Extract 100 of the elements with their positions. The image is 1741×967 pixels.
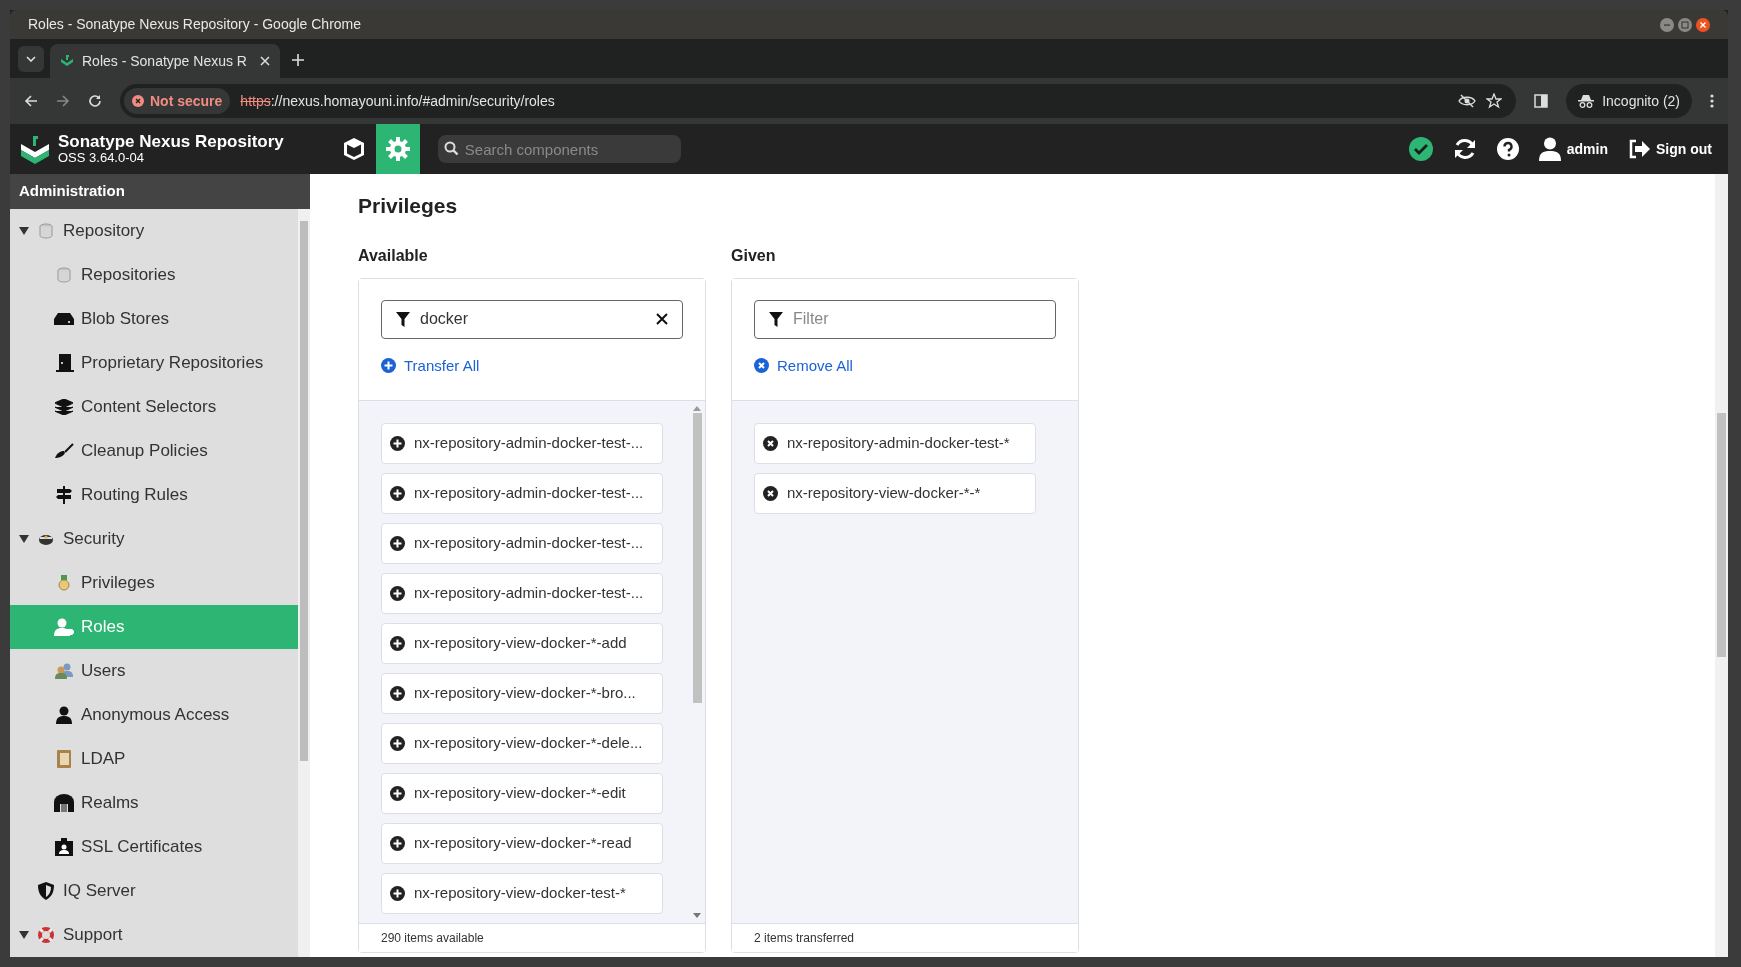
plus-circle-icon[interactable] xyxy=(390,785,405,801)
sidebar-label: Users xyxy=(81,660,126,683)
sidebar-label: IQ Server xyxy=(63,880,136,903)
transfer-all-link[interactable]: Transfer All xyxy=(381,354,480,377)
incognito-icon xyxy=(1578,94,1595,108)
new-tab-icon[interactable] xyxy=(292,54,304,66)
sidebar-label: Cleanup Policies xyxy=(81,440,208,463)
plus-circle-icon[interactable] xyxy=(390,735,405,751)
privilege-item[interactable]: nx-repository-admin-docker-test-* xyxy=(754,422,1036,464)
cube-icon xyxy=(341,137,366,161)
sidebar-item[interactable]: Cleanup Policies xyxy=(10,429,298,473)
privilege-item[interactable]: nx-repository-admin-docker-test-... xyxy=(381,522,663,564)
browser-tab[interactable]: Roles - Sonatype Nexus R xyxy=(50,44,280,78)
privilege-item[interactable]: nx-repository-view-docker-*-* xyxy=(754,472,1036,514)
scroll-down-icon[interactable] xyxy=(693,912,701,919)
scrollbar[interactable] xyxy=(1715,174,1728,957)
sidebar-label: Support xyxy=(63,924,123,947)
sidebar-item[interactable]: Blob Stores xyxy=(10,297,298,341)
version-label: OSS 3.64.0-04 xyxy=(58,151,145,166)
sign-out-button[interactable]: Sign out xyxy=(1628,138,1712,160)
plus-circle-icon[interactable] xyxy=(390,485,405,501)
privilege-item[interactable]: nx-repository-view-docker-*-edit xyxy=(381,772,663,814)
sidebar-item[interactable]: Privileges xyxy=(10,561,298,605)
scrollbar[interactable] xyxy=(298,209,310,957)
privilege-item[interactable]: nx-repository-view-docker-*-bro... xyxy=(381,672,663,714)
panel-footer: 2 items transferred xyxy=(732,922,1078,952)
hard-drive-icon xyxy=(54,313,74,325)
close-icon[interactable] xyxy=(260,56,270,66)
expanded-icon[interactable] xyxy=(19,227,29,235)
side-panel-icon[interactable] xyxy=(1534,94,1549,108)
plus-circle-icon[interactable] xyxy=(390,535,405,551)
plus-circle-icon[interactable] xyxy=(390,435,405,451)
sidebar-item[interactable]: Proprietary Repositories xyxy=(10,341,298,385)
shield-icon xyxy=(38,882,54,900)
panel-footer: 290 items available xyxy=(359,922,705,952)
privilege-item[interactable]: nx-repository-admin-docker-test-... xyxy=(381,572,663,614)
plus-circle-icon[interactable] xyxy=(390,685,405,701)
medal-icon xyxy=(58,575,70,591)
plus-circle-icon[interactable] xyxy=(390,835,405,851)
x-circle-icon[interactable] xyxy=(763,485,778,501)
sidebar-item[interactable]: LDAP xyxy=(10,737,298,781)
sidebar-item[interactable]: Support xyxy=(10,913,298,957)
privilege-item[interactable]: nx-repository-view-docker-test-* xyxy=(381,872,663,914)
x-circle-icon[interactable] xyxy=(763,435,778,451)
privilege-item[interactable]: nx-repository-view-docker-*-read xyxy=(381,822,663,864)
privilege-item[interactable]: nx-repository-admin-docker-test-... xyxy=(381,422,663,464)
privilege-item[interactable]: nx-repository-view-docker-*-add xyxy=(381,622,663,664)
reload-icon[interactable] xyxy=(88,94,102,108)
plus-circle-icon[interactable] xyxy=(390,885,405,901)
expanded-icon[interactable] xyxy=(19,931,29,939)
tab-list-button[interactable] xyxy=(18,46,44,72)
filter-field[interactable]: docker xyxy=(381,299,683,339)
address-book-icon xyxy=(56,750,72,768)
id-badge-icon xyxy=(55,838,73,856)
x-circle-icon xyxy=(754,358,769,374)
sidebar-item[interactable]: SSL Certificates xyxy=(10,825,298,869)
refresh-icon[interactable] xyxy=(1452,138,1477,160)
maximize-icon[interactable] xyxy=(1678,17,1692,32)
security-chip[interactable]: Not secure xyxy=(124,88,231,114)
minimize-icon[interactable] xyxy=(1660,17,1674,32)
sidebar-item[interactable]: Security xyxy=(10,517,298,561)
plus-circle-icon[interactable] xyxy=(390,635,405,651)
database-icon xyxy=(56,267,72,283)
eye-slash-icon[interactable] xyxy=(1458,94,1477,108)
star-icon[interactable] xyxy=(1486,93,1503,109)
sidebar-item[interactable]: Routing Rules xyxy=(10,473,298,517)
forward-icon[interactable] xyxy=(56,94,70,108)
sidebar-item[interactable]: Anonymous Access xyxy=(10,693,298,737)
menu-icon[interactable] xyxy=(1710,94,1714,108)
sidebar-label: Routing Rules xyxy=(81,484,188,507)
sidebar-item[interactable]: Realms xyxy=(10,781,298,825)
administration-button[interactable] xyxy=(375,124,420,174)
address-bar[interactable]: Not secure https://nexus.homayouni.info/#admin/security/roles xyxy=(120,84,1517,118)
sidebar-label: Roles xyxy=(81,616,125,639)
nexus-logo-icon xyxy=(20,134,50,164)
sidebar-label: Realms xyxy=(81,792,139,815)
expanded-icon[interactable] xyxy=(19,535,29,543)
close-icon[interactable] xyxy=(1696,17,1710,32)
remove-all-link[interactable]: Remove All xyxy=(754,354,853,377)
sidebar-label: Repository xyxy=(63,220,145,243)
layers-icon xyxy=(55,399,73,415)
sidebar-item[interactable]: Repositories xyxy=(10,253,298,297)
sidebar-item[interactable]: Users xyxy=(10,649,298,693)
sidebar-item[interactable]: Repository xyxy=(10,209,298,253)
security-label: Not secure xyxy=(150,91,223,111)
help-icon[interactable] xyxy=(1496,138,1519,160)
user-name[interactable]: admin xyxy=(1566,138,1608,160)
privilege-item[interactable]: nx-repository-admin-docker-test-... xyxy=(381,472,663,514)
user-icon[interactable] xyxy=(1538,137,1561,161)
plus-circle-icon[interactable] xyxy=(390,585,405,601)
sidebar-item[interactable]: IQ Server xyxy=(10,869,298,913)
search-field[interactable]: Search components xyxy=(437,135,681,163)
profile-chip[interactable]: Incognito (2) xyxy=(1566,84,1692,118)
filter-field[interactable]: Filter xyxy=(754,299,1056,339)
clear-icon[interactable] xyxy=(656,312,668,325)
status-ok-icon[interactable] xyxy=(1408,137,1433,161)
profile-label: Incognito (2) xyxy=(1602,91,1680,111)
privilege-item[interactable]: nx-repository-view-docker-*-dele... xyxy=(381,722,663,764)
sidebar-item[interactable]: Content Selectors xyxy=(10,385,298,429)
back-icon[interactable] xyxy=(24,94,38,108)
